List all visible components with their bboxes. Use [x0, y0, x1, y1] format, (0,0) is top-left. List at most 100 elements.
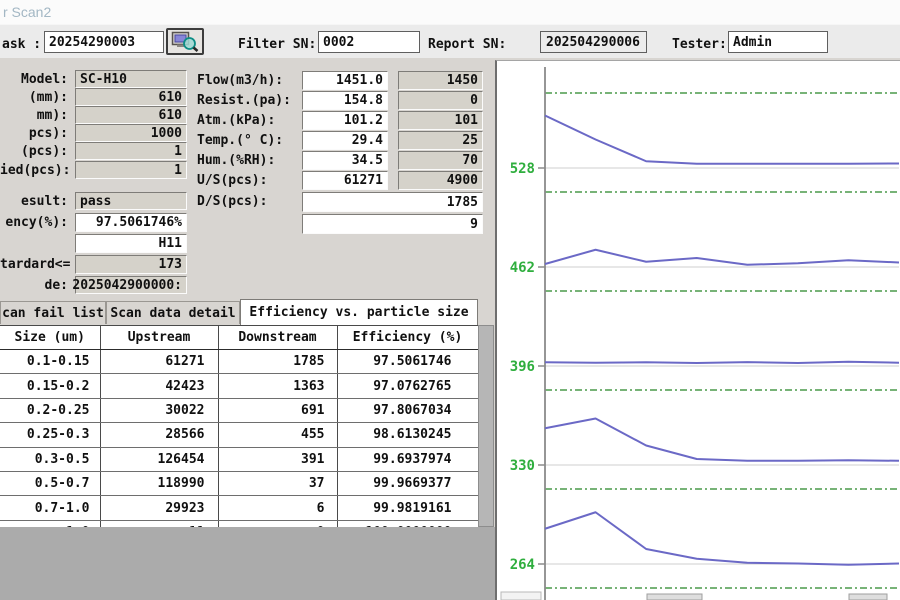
tester-input[interactable]: [728, 31, 828, 53]
atm-value[interactable]: 101.2: [302, 111, 388, 130]
temp-set: 25: [398, 131, 483, 150]
cell-size: 0.5-0.7: [0, 471, 100, 495]
height-mm-field: 610: [75, 106, 187, 124]
cell-downstream: 691: [218, 398, 337, 422]
col-header-efficiency: Efficiency (%): [337, 326, 478, 350]
temp-label: Temp.(° C):: [197, 133, 283, 148]
y-tick-label: 528: [510, 161, 535, 177]
tester-label: Tester:: [672, 37, 727, 52]
us-label: U/S(pcs):: [197, 173, 267, 188]
filter-sn-label: Filter SN:: [238, 37, 316, 52]
efficiency-field[interactable]: 97.5061746%: [75, 213, 187, 232]
series-band-264: [545, 512, 899, 565]
model-field: SC-H10: [75, 70, 187, 88]
col-header-upstream: Upstream: [100, 326, 218, 350]
cell-downstream: 455: [218, 423, 337, 447]
tab-efficiency-vs-particle-size[interactable]: Efficiency vs. particle size: [240, 299, 478, 325]
filter-sn-input[interactable]: [318, 31, 420, 53]
flow-set: 1450: [398, 71, 483, 90]
table-row[interactable]: 0.5-0.7 118990 37 99.9669377: [0, 471, 478, 495]
us-set: 4900: [398, 171, 483, 190]
tested-pcs-label: ied(pcs):: [0, 163, 68, 178]
y-tick-label: 462: [510, 260, 535, 276]
task-input[interactable]: [44, 31, 164, 53]
resist-set: 0: [398, 91, 483, 110]
x-label-stub: [647, 594, 702, 600]
y-tick-label: 396: [510, 359, 535, 375]
title-bar: r Scan2: [0, 0, 900, 24]
tab-page-background: [0, 527, 495, 600]
series-band-330: [545, 419, 899, 461]
temp-value[interactable]: 29.4: [302, 131, 388, 150]
particle-size-table: Size (um) Upstream Downstream Efficiency…: [0, 325, 479, 545]
search-icon: [171, 31, 199, 52]
efficiency-chart-panel: 528 462 396 330 264: [495, 60, 900, 600]
cell-upstream: 118990: [100, 471, 218, 495]
cell-efficiency: 99.9819161: [337, 496, 478, 520]
cell-efficiency: 98.6130245: [337, 423, 478, 447]
cell-downstream: 37: [218, 471, 337, 495]
tab-scan-fail-list[interactable]: can fail list: [0, 301, 106, 324]
ds-label: D/S(pcs):: [197, 194, 267, 209]
cell-downstream: 6: [218, 496, 337, 520]
table-header-row: Size (um) Upstream Downstream Efficiency…: [0, 326, 478, 350]
cell-upstream: 28566: [100, 423, 218, 447]
grade-field[interactable]: H11: [75, 234, 187, 253]
cell-efficiency: 99.9669377: [337, 471, 478, 495]
table-row[interactable]: 0.1-0.15 61271 1785 97.5061746: [0, 350, 478, 374]
window-title: r Scan2: [3, 4, 51, 20]
cell-downstream: 391: [218, 447, 337, 471]
x-label-stub: [849, 594, 887, 600]
result-field: pass: [75, 192, 187, 210]
ds-value[interactable]: 1785: [302, 192, 483, 212]
code-label: de:: [0, 278, 68, 293]
report-sn-value: 202504290006: [540, 31, 647, 53]
cell-upstream: 61271: [100, 350, 218, 374]
cell-size: 0.2-0.25: [0, 398, 100, 422]
cell-efficiency: 99.6937974: [337, 447, 478, 471]
task-search-button[interactable]: [166, 28, 204, 55]
width-mm-field: 610: [75, 88, 187, 106]
atm-label: Atm.(kPa):: [197, 113, 275, 128]
hum-value[interactable]: 34.5: [302, 151, 388, 170]
flow-label: Flow(m3/h):: [197, 73, 283, 88]
table-row[interactable]: 0.7-1.0 29923 6 99.9819161: [0, 496, 478, 520]
standard-field: 173: [75, 255, 187, 274]
extra-value[interactable]: 9: [302, 214, 483, 234]
cell-downstream: 1785: [218, 350, 337, 374]
us-value[interactable]: 61271: [302, 171, 388, 190]
cell-upstream: 30022: [100, 398, 218, 422]
table-row[interactable]: 0.15-0.2 42423 1363 97.0762765: [0, 374, 478, 398]
table-row[interactable]: 0.3-0.5 126454 391 99.6937974: [0, 447, 478, 471]
cell-size: 0.15-0.2: [0, 374, 100, 398]
hum-set: 70: [398, 151, 483, 170]
cell-downstream: 1363: [218, 374, 337, 398]
cell-size: 0.25-0.3: [0, 423, 100, 447]
cell-size: 0.1-0.15: [0, 350, 100, 374]
y-tick-label: 330: [510, 458, 535, 474]
filter-scan-window: { "window": { "title": "r Scan2" }, "too…: [0, 0, 900, 600]
model-label: Model:: [0, 72, 68, 87]
chart-svg: 528 462 396 330 264: [497, 61, 900, 600]
cell-size: 0.3-0.5: [0, 447, 100, 471]
table-row[interactable]: 0.2-0.25 30022 691 97.8067034: [0, 398, 478, 422]
tested-pcs-field: 1: [75, 161, 187, 179]
pcs-field: 1: [75, 142, 187, 160]
cell-upstream: 126454: [100, 447, 218, 471]
qty-pcs-label: pcs):: [0, 126, 68, 141]
hum-label: Hum.(%RH):: [197, 153, 275, 168]
table-row[interactable]: 0.25-0.3 28566 455 98.6130245: [0, 423, 478, 447]
tab-scan-data-detail[interactable]: Scan data detail: [106, 301, 240, 324]
task-label: ask :: [2, 37, 41, 52]
y-tick-label: 264: [510, 557, 535, 573]
table-scrollbar[interactable]: [478, 325, 494, 527]
pcs-label: (pcs):: [0, 144, 68, 159]
cell-upstream: 42423: [100, 374, 218, 398]
col-header-downstream: Downstream: [218, 326, 337, 350]
result-label: esult:: [0, 194, 68, 209]
width-mm-label: (mm):: [0, 90, 68, 105]
standard-label: tardard<=: [0, 257, 68, 272]
flow-value[interactable]: 1451.0: [302, 71, 388, 90]
resist-value[interactable]: 154.8: [302, 91, 388, 110]
axis-label-stub: [501, 592, 541, 600]
